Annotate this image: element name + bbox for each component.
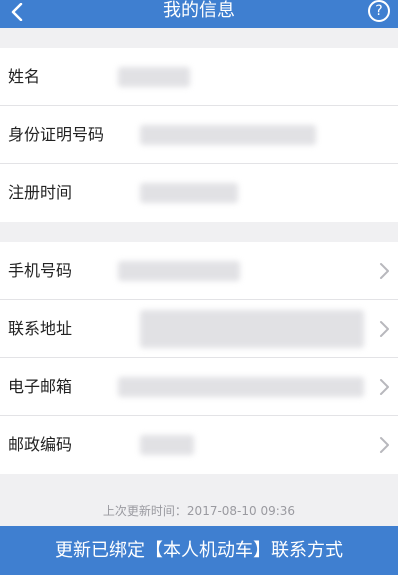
email-label: 电子邮箱: [8, 377, 73, 396]
chevron-right-icon: [380, 321, 389, 337]
question-circle-icon: ?: [375, 3, 383, 19]
top-bar: 我的信息 ?: [0, 0, 398, 28]
email-value-redacted: [118, 377, 364, 397]
contact-section: 手机号码 联系地址 电子邮箱 邮政编码: [0, 242, 398, 474]
postal-code-value-redacted: [140, 435, 194, 455]
phone-value-redacted: [118, 261, 240, 281]
phone-row[interactable]: 手机号码: [0, 242, 398, 300]
id-number-row: 身份证明号码: [0, 106, 398, 164]
postal-code-row[interactable]: 邮政编码: [0, 416, 398, 474]
email-row[interactable]: 电子邮箱: [0, 358, 398, 416]
section-spacer: [0, 222, 398, 242]
update-contact-button[interactable]: 更新已绑定【本人机动车】联系方式: [0, 526, 398, 575]
profile-section: 姓名 身份证明号码 注册时间: [0, 48, 398, 222]
name-value-redacted: [118, 67, 190, 87]
chevron-right-icon: [380, 437, 389, 453]
registration-label: 注册时间: [8, 183, 73, 202]
help-button[interactable]: ?: [368, 0, 390, 22]
name-row: 姓名: [0, 48, 398, 106]
address-row[interactable]: 联系地址: [0, 300, 398, 358]
registration-value-redacted: [140, 183, 238, 203]
page-title: 我的信息: [163, 0, 235, 21]
registration-row: 注册时间: [0, 164, 398, 222]
id-number-label: 身份证明号码: [8, 125, 105, 144]
name-label: 姓名: [8, 67, 41, 86]
last-updated-text: 上次更新时间：2017-08-10 09:36: [102, 504, 296, 518]
address-value-redacted: [140, 310, 364, 348]
id-number-value-redacted: [140, 125, 316, 145]
postal-code-label: 邮政编码: [8, 435, 73, 454]
section-spacer: [0, 28, 398, 48]
address-label: 联系地址: [8, 319, 73, 338]
chevron-right-icon: [380, 379, 389, 395]
chevron-right-icon: [380, 263, 389, 279]
phone-label: 手机号码: [8, 261, 73, 280]
